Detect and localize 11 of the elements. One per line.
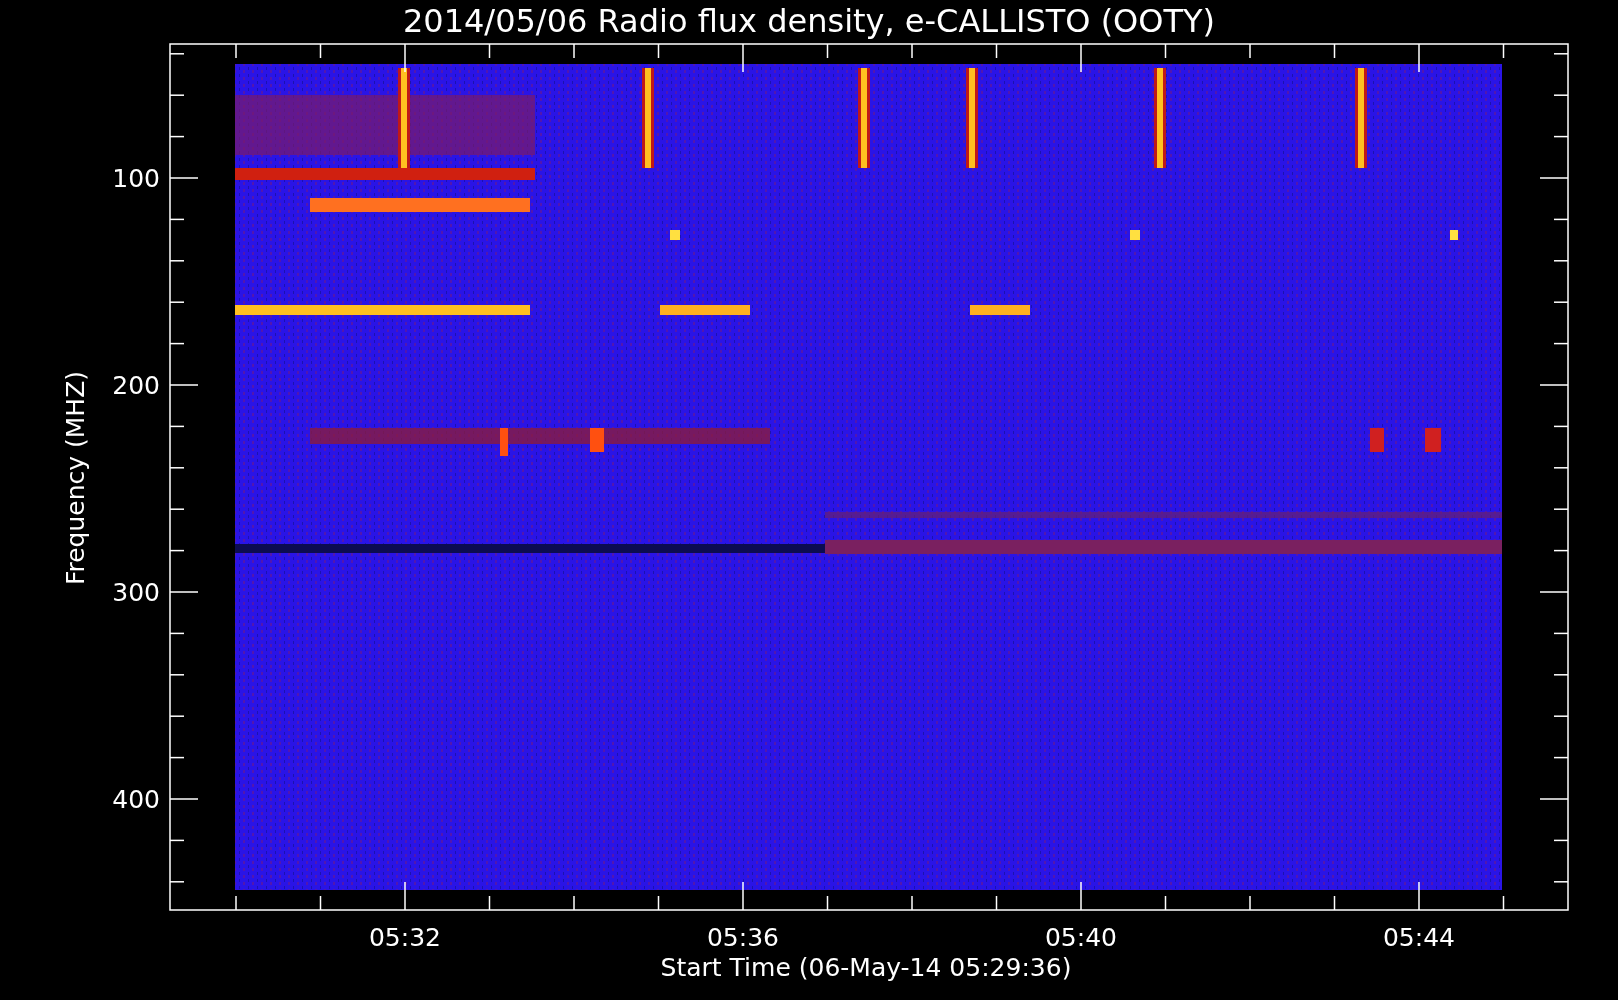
x-tick-label: 05:32 <box>369 923 441 952</box>
x-axis-label: Start Time (06-May-14 05:29:36) <box>660 953 1072 982</box>
y-tick-label: 300 <box>112 578 160 607</box>
x-tick-label: 05:36 <box>707 923 779 952</box>
y-axis-label: Frequency (MHZ) <box>61 370 90 586</box>
y-tick-label: 100 <box>112 164 160 193</box>
chart-title: 2014/05/06 Radio flux density, e-CALLISTO (OOTY) <box>402 2 1216 40</box>
y-tick-label: 200 <box>112 371 160 400</box>
y-tick-label: 400 <box>112 785 160 814</box>
x-tick-label: 05:44 <box>1383 923 1455 952</box>
x-tick-label: 05:40 <box>1045 923 1117 952</box>
